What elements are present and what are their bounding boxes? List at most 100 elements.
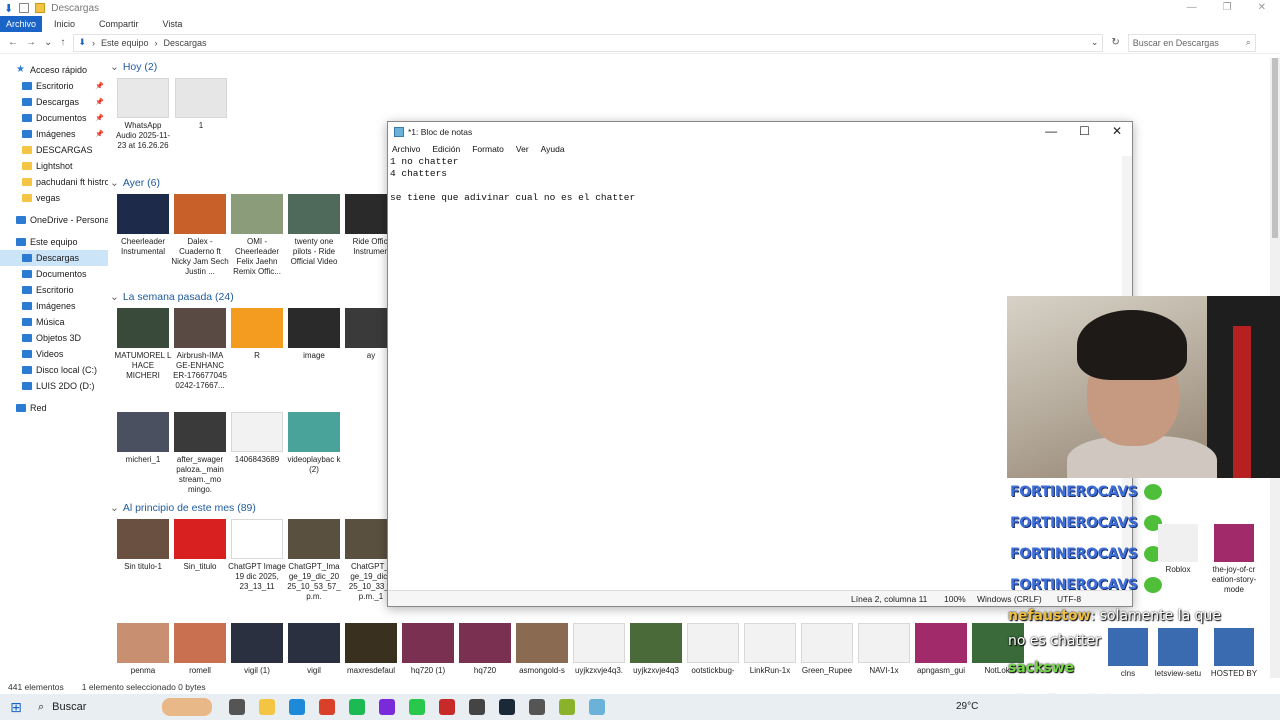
file-item[interactable]: Sin titulo-1 xyxy=(114,519,172,572)
sidebar-item[interactable]: Este equipo xyxy=(0,234,108,250)
maximize-icon[interactable]: ☐ xyxy=(1079,124,1090,138)
file-item[interactable]: twenty one pilots - Ride Official Video xyxy=(285,194,343,267)
file-item[interactable]: 1 xyxy=(172,78,230,131)
group-header[interactable]: ⌄ Al principio de este mes (89) xyxy=(110,501,256,515)
file-item[interactable]: Roblox xyxy=(1150,524,1206,575)
file-item[interactable]: clns xyxy=(1100,628,1156,679)
start-windows-icon[interactable]: ⊞ xyxy=(0,699,32,716)
notepad-menu-item[interactable]: Formato xyxy=(472,144,504,154)
sidebar-item[interactable]: Documentos 📌 xyxy=(0,110,108,126)
sidebar-item[interactable]: OneDrive - Personal xyxy=(0,212,108,228)
app-red-icon[interactable] xyxy=(439,699,455,715)
file-item[interactable]: micheri_1 xyxy=(114,412,172,465)
notepad-icon[interactable] xyxy=(589,699,605,715)
chevron-down-icon[interactable]: ⌄ xyxy=(110,291,119,303)
notepad-menu-item[interactable]: Ayuda xyxy=(541,144,565,154)
back-arrow-icon[interactable]: ⬇ xyxy=(4,2,13,15)
steam-icon[interactable] xyxy=(499,699,515,715)
notepad-menu-item[interactable]: Ver xyxy=(516,144,529,154)
breadcrumb-this-pc[interactable]: Este equipo xyxy=(101,38,149,48)
sidebar-item[interactable]: DESCARGAS xyxy=(0,142,108,158)
sidebar-item[interactable]: ★ Acceso rápido xyxy=(0,62,108,78)
file-item[interactable]: uyjkzxvje4q3. xyxy=(570,623,628,676)
file-item[interactable]: letsview-setu xyxy=(1150,628,1206,679)
file-explorer-icon[interactable] xyxy=(259,699,275,715)
file-item[interactable]: vigil xyxy=(285,623,343,676)
sidebar-item[interactable]: Lightshot xyxy=(0,158,108,174)
sidebar-item[interactable]: Videos xyxy=(0,346,108,362)
chevron-down-icon[interactable]: ⌄ xyxy=(110,61,119,73)
sidebar-item[interactable]: Documentos xyxy=(0,266,108,282)
ribbon-tab[interactable]: Archivo xyxy=(0,16,43,32)
notepad-menu-item[interactable]: Edición xyxy=(432,144,460,154)
spotify-icon[interactable] xyxy=(349,699,365,715)
file-item[interactable]: after_swager paloza._main stream._mo min… xyxy=(171,412,229,495)
dropdown-icon[interactable]: ⌄ xyxy=(1091,37,1099,48)
ribbon-tab[interactable]: Inicio xyxy=(42,16,87,32)
search-input[interactable]: Buscar en Descargas ⌕ xyxy=(1127,33,1256,52)
file-item[interactable]: LinkRun-1x xyxy=(741,623,799,676)
app-dark-icon[interactable] xyxy=(529,699,545,715)
app-gray-icon[interactable] xyxy=(469,699,485,715)
file-item[interactable]: ootstickbug- xyxy=(684,623,742,676)
chrome-icon[interactable] xyxy=(319,699,335,715)
up-icon[interactable]: ↑ xyxy=(60,37,65,48)
address-bar[interactable]: ⬇ › Este equipo › Descargas ⌄ xyxy=(73,33,1104,52)
sidebar-item[interactable]: pachudani ft histroi xyxy=(0,174,108,190)
chevron-down-icon[interactable]: ⌄ xyxy=(110,177,119,189)
sidebar-item[interactable]: vegas xyxy=(0,190,108,206)
file-item[interactable]: videoplaybac k (2) xyxy=(285,412,343,475)
group-header[interactable]: ⌄ Ayer (6) xyxy=(110,176,160,190)
taskbar-search[interactable]: ⌕ Buscar xyxy=(32,701,162,714)
file-item[interactable]: Dalex - Cuaderno ft Nicky Jam Sech Justi… xyxy=(171,194,229,277)
file-item[interactable]: asmongold-s xyxy=(513,623,571,676)
group-header[interactable]: ⌄ Hoy (2) xyxy=(110,60,157,74)
file-item[interactable]: Cheerleader Instrumental xyxy=(114,194,172,257)
sidebar-item[interactable]: Escritorio 📌 xyxy=(0,78,108,94)
sidebar-item[interactable]: Descargas 📌 xyxy=(0,94,108,110)
file-item[interactable]: Airbrush-IMA GE-ENHANC ER-176677045 0242… xyxy=(171,308,229,391)
file-item[interactable]: romell xyxy=(171,623,229,676)
sidebar-item[interactable]: Escritorio xyxy=(0,282,108,298)
file-item[interactable]: penma xyxy=(114,623,172,676)
recent-icon[interactable]: ⌄ xyxy=(44,37,52,48)
file-item[interactable]: Sin_titulo xyxy=(171,519,229,572)
sidebar-item[interactable]: Música xyxy=(0,314,108,330)
sidebar-item[interactable]: LUIS 2DO (D:) xyxy=(0,378,108,394)
task-view-icon[interactable] xyxy=(229,699,245,715)
weather-widget[interactable]: 29°C xyxy=(956,701,978,712)
notepad-menu-item[interactable]: Archivo xyxy=(392,144,420,154)
forward-icon[interactable]: → xyxy=(26,37,36,48)
scrollbar-thumb[interactable] xyxy=(1272,58,1278,238)
close-icon[interactable]: ✕ xyxy=(1112,124,1122,138)
ribbon-tab[interactable]: Compartir xyxy=(87,16,151,32)
sidebar-item[interactable]: Disco local (C:) xyxy=(0,362,108,378)
back-icon[interactable]: ← xyxy=(8,37,18,48)
refresh-icon[interactable]: ↻ xyxy=(1111,37,1119,48)
edge-icon[interactable] xyxy=(289,699,305,715)
sidebar-item[interactable]: Descargas xyxy=(0,250,108,266)
sidebar-item[interactable]: Imágenes xyxy=(0,298,108,314)
file-item[interactable]: Green_Rupee xyxy=(798,623,856,676)
file-item[interactable]: image xyxy=(285,308,343,361)
file-item[interactable]: apngasm_gui xyxy=(912,623,970,676)
file-item[interactable]: the-joy-of-cr eation-story- mode xyxy=(1206,524,1262,595)
file-item[interactable]: 1406843689 xyxy=(228,412,286,465)
sidebar-item[interactable]: Imágenes 📌 xyxy=(0,126,108,142)
app-yellow-icon[interactable] xyxy=(559,699,575,715)
file-item[interactable]: maxresdefaul xyxy=(342,623,400,676)
file-item[interactable]: WhatsApp Audio 2025-11-23 at 16.26.26 xyxy=(114,78,172,151)
file-item[interactable]: HOSTED BY xyxy=(1206,628,1262,679)
sidebar-item[interactable]: Objetos 3D xyxy=(0,330,108,346)
file-item[interactable]: ChatGPT_Ima ge_19_dic_20 25_10_53_57_ p.… xyxy=(285,519,343,602)
ribbon-tab[interactable]: Vista xyxy=(151,16,195,32)
file-item[interactable]: NAVI-1x xyxy=(855,623,913,676)
chevron-down-icon[interactable]: ⌄ xyxy=(110,502,119,514)
restore-icon[interactable]: ❐ xyxy=(1223,2,1232,13)
close-icon[interactable]: ✕ xyxy=(1258,2,1266,13)
file-item[interactable]: OMI - Cheerleader Felix Jaehn Remix Offi… xyxy=(228,194,286,277)
file-item[interactable]: MATUMOREL L HACE MICHERI xyxy=(114,308,172,381)
file-item[interactable]: ChatGPT Image 19 dic 2025, 23_13_11 xyxy=(228,519,286,592)
file-item[interactable]: R xyxy=(228,308,286,361)
breadcrumb-downloads[interactable]: Descargas xyxy=(163,38,206,48)
